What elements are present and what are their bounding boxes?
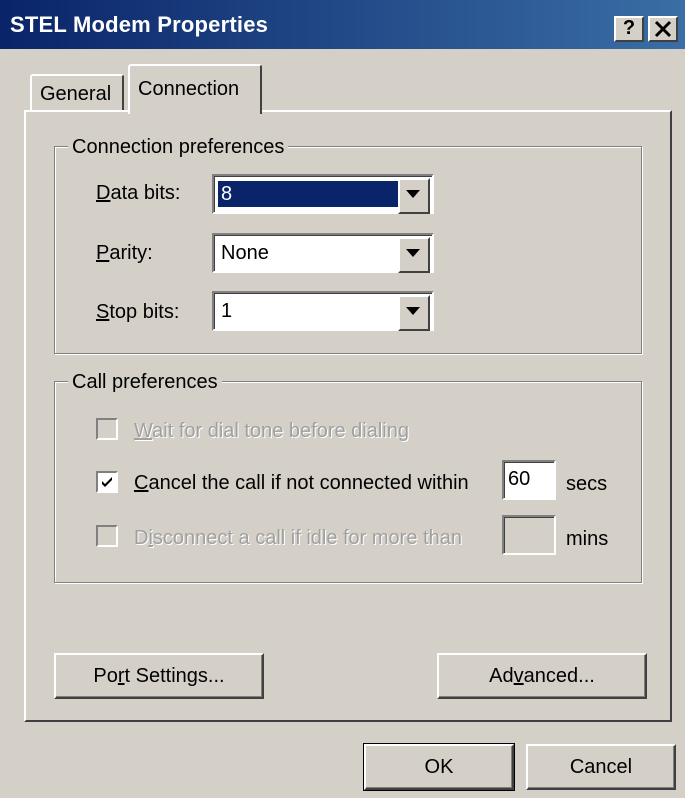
- data-bits-label: Data bits:: [96, 182, 181, 204]
- port-settings-button[interactable]: Port Settings...: [54, 653, 264, 699]
- cancel-call-checkbox[interactable]: [96, 471, 118, 493]
- call-preferences-label: Call preferences: [68, 370, 222, 394]
- close-icon: [654, 20, 672, 38]
- cancel-button[interactable]: Cancel: [526, 744, 676, 790]
- tab-connection[interactable]: Connection: [128, 64, 262, 114]
- wait-dial-tone-label: Wait for dial tone before dialing: [134, 420, 409, 442]
- disconnect-idle-minutes-input[interactable]: [502, 515, 556, 555]
- stop-bits-dropdown-button[interactable]: [398, 295, 430, 331]
- seconds-unit-label: secs: [566, 473, 608, 495]
- title-bar[interactable]: STEL Modem Properties ?: [0, 0, 685, 50]
- cancel-call-seconds-input[interactable]: 60: [502, 460, 556, 500]
- window-title: STEL Modem Properties: [10, 12, 269, 37]
- chevron-down-icon: [406, 307, 420, 315]
- parity-dropdown-button[interactable]: [398, 237, 430, 273]
- parity-combobox[interactable]: None: [212, 233, 434, 273]
- checkmark-icon: [102, 477, 112, 487]
- advanced-button[interactable]: Advanced...: [437, 653, 647, 699]
- connection-preferences-label: Connection preferences: [68, 135, 289, 159]
- disconnect-idle-label: Disconnect a call if idle for more than: [134, 527, 462, 549]
- parity-label: Parity:: [96, 242, 153, 264]
- data-bits-combobox[interactable]: 8: [212, 174, 434, 214]
- cancel-call-label: Cancel the call if not connected within: [134, 472, 469, 494]
- data-bits-value: 8: [217, 180, 405, 208]
- wait-dial-tone-checkbox[interactable]: [96, 418, 118, 440]
- stop-bits-label: Stop bits:: [96, 301, 180, 323]
- stop-bits-combobox[interactable]: 1: [212, 291, 434, 331]
- parity-value: None: [221, 242, 269, 264]
- chevron-down-icon: [406, 190, 420, 198]
- close-button[interactable]: [648, 16, 678, 42]
- stop-bits-value: 1: [221, 300, 233, 322]
- data-bits-dropdown-button[interactable]: [398, 178, 430, 214]
- minutes-unit-label: mins: [566, 528, 609, 550]
- ok-button[interactable]: OK: [363, 743, 515, 791]
- tab-general[interactable]: General: [30, 74, 124, 112]
- help-button[interactable]: ?: [614, 16, 644, 42]
- chevron-down-icon: [406, 249, 420, 257]
- disconnect-idle-checkbox[interactable]: [96, 525, 118, 547]
